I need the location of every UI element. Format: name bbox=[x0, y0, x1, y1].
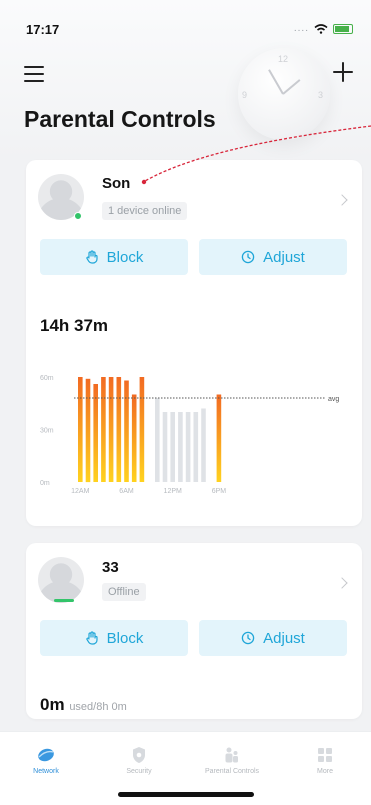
usage-bar bbox=[93, 384, 98, 482]
tab-security[interactable]: Security bbox=[93, 738, 185, 775]
status-time: 17:17 bbox=[26, 22, 60, 37]
usage-bar bbox=[216, 394, 222, 482]
block-button-label: Block bbox=[106, 629, 144, 647]
adjust-button[interactable]: Adjust bbox=[199, 620, 347, 656]
usage-bar bbox=[185, 412, 191, 482]
usage-summary: 0m used/8h 0m bbox=[40, 695, 127, 715]
wifi-icon bbox=[314, 23, 328, 34]
usage-bar bbox=[170, 412, 175, 482]
usage-bar bbox=[116, 377, 122, 482]
usage-bar bbox=[155, 398, 160, 482]
usage-bar bbox=[178, 412, 183, 482]
usage-bar bbox=[193, 412, 199, 482]
usage-used: 0m bbox=[40, 695, 65, 714]
usage-bar bbox=[162, 412, 168, 482]
tab-parental-controls[interactable]: Parental Controls bbox=[186, 738, 278, 775]
tab-label: Security bbox=[126, 768, 152, 775]
tab-label: Parental Controls bbox=[204, 768, 260, 775]
hand-icon bbox=[86, 250, 98, 264]
clock-icon bbox=[241, 631, 255, 645]
clock-hour-hand bbox=[282, 79, 301, 95]
adjust-button-label: Adjust bbox=[263, 629, 305, 647]
tab-more[interactable]: More bbox=[279, 738, 371, 775]
tab-label: Network bbox=[33, 768, 59, 775]
menu-icon[interactable] bbox=[24, 66, 44, 82]
status-bar: 17:17 .... bbox=[0, 0, 371, 44]
block-button-label: Block bbox=[106, 248, 144, 266]
avg-label: avg bbox=[328, 396, 339, 403]
hand-icon bbox=[86, 631, 98, 645]
usage-bar bbox=[124, 380, 129, 482]
profile-name: Son bbox=[102, 175, 131, 192]
x-tick-label: 6PM bbox=[212, 488, 227, 495]
online-status-dot bbox=[74, 212, 82, 220]
profile-status: Offline bbox=[102, 583, 146, 601]
grid-icon bbox=[318, 748, 332, 762]
adjust-button-label: Adjust bbox=[263, 248, 305, 266]
clock-illustration: 12 3 9 bbox=[238, 48, 330, 140]
y-tick-label: 30m bbox=[40, 428, 54, 435]
signal-icon: .... bbox=[293, 23, 309, 34]
globe-icon bbox=[38, 748, 54, 762]
usage-bar bbox=[78, 377, 83, 482]
battery-icon bbox=[333, 23, 353, 34]
shield-icon bbox=[133, 747, 145, 763]
block-button[interactable]: Block bbox=[40, 620, 188, 656]
clock-number-12: 12 bbox=[278, 54, 289, 64]
status-icons: .... bbox=[294, 23, 353, 34]
x-tick-label: 12PM bbox=[164, 488, 182, 495]
profile-status: 1 device online bbox=[102, 202, 188, 220]
clock-icon bbox=[241, 250, 255, 264]
tab-bar: Network Security Parental Controls More bbox=[0, 731, 371, 805]
x-tick-label: 12AM bbox=[71, 488, 89, 495]
clock-number-3: 3 bbox=[318, 90, 324, 100]
usage-bar bbox=[131, 394, 137, 482]
clock-number-9: 9 bbox=[242, 90, 248, 100]
x-tick-label: 6AM bbox=[119, 488, 134, 495]
add-icon[interactable] bbox=[331, 60, 355, 84]
chevron-right-icon[interactable] bbox=[336, 577, 348, 589]
usage-bar bbox=[101, 377, 106, 482]
home-indicator bbox=[118, 792, 254, 797]
tab-label: More bbox=[317, 768, 333, 775]
adjust-button[interactable]: Adjust bbox=[199, 239, 347, 275]
usage-chart: 60m 30m 0m avg 12AM 6AM 12PM 6PM bbox=[40, 375, 339, 495]
status-bar-indicator bbox=[54, 599, 74, 602]
usage-bar bbox=[201, 408, 206, 482]
profile-name: 33 bbox=[102, 559, 119, 576]
usage-bar bbox=[108, 377, 114, 482]
profile-card[interactable]: 33 Offline Block Adjust 0m used/8h 0m bbox=[26, 543, 362, 719]
profile-card[interactable]: Son 1 device online Block Adjust 14h 37m… bbox=[26, 160, 362, 526]
usage-total: 14h 37m bbox=[40, 316, 109, 335]
page-title: Parental Controls bbox=[24, 106, 216, 132]
y-tick-label: 0m bbox=[40, 480, 50, 487]
usage-limit: used/8h 0m bbox=[69, 701, 127, 713]
usage-bar bbox=[85, 378, 91, 483]
y-tick-label: 60m bbox=[40, 375, 54, 382]
tab-network[interactable]: Network bbox=[0, 738, 92, 775]
usage-bar bbox=[139, 377, 145, 482]
block-button[interactable]: Block bbox=[40, 239, 188, 275]
avatar bbox=[38, 557, 84, 603]
family-icon bbox=[225, 747, 238, 763]
chevron-right-icon[interactable] bbox=[336, 194, 348, 206]
clock-minute-hand bbox=[268, 69, 284, 95]
